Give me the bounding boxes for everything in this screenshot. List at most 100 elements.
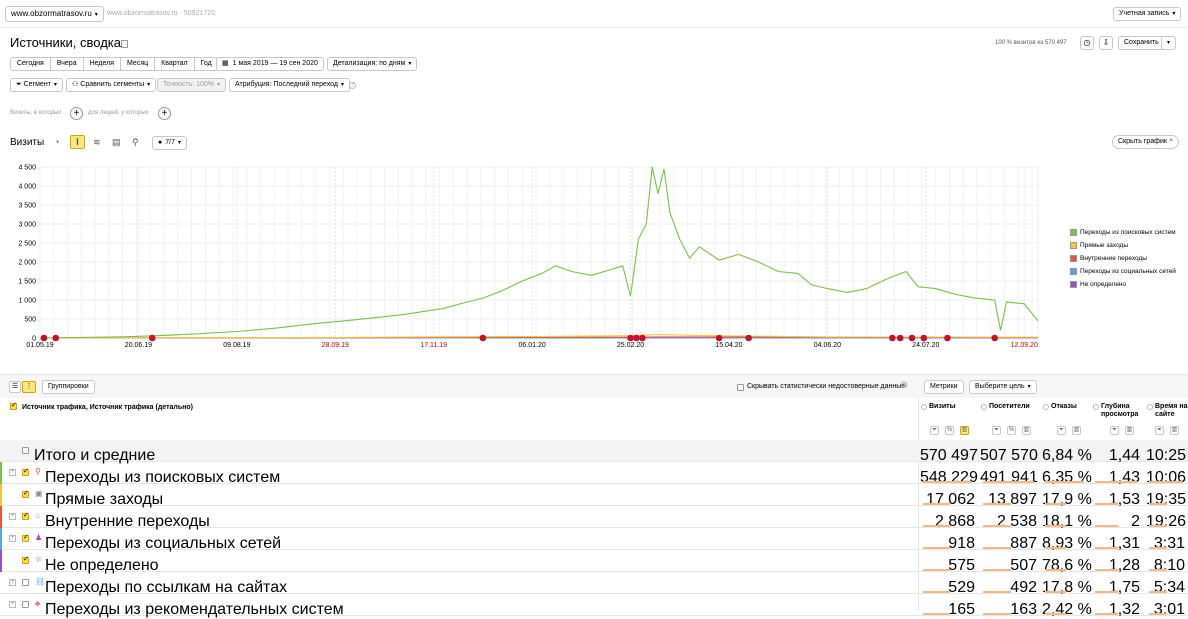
column-header[interactable]: Отказы	[1051, 403, 1090, 411]
legend-item[interactable]: Переходы из социальных сетей	[1070, 267, 1188, 280]
column-info-icon[interactable]	[921, 404, 927, 410]
row-checkbox[interactable]	[22, 513, 29, 520]
site-selector[interactable]: www.obzormatrasov.ru▾	[5, 6, 104, 22]
column-info-icon[interactable]	[1093, 404, 1099, 410]
cell-bar	[1045, 591, 1066, 593]
date-range-button[interactable]: ▦1 мая 2019 — 19 сен 2020	[216, 57, 324, 71]
expand-icon[interactable]: +	[9, 601, 16, 608]
metrics-button[interactable]: Метрики	[924, 380, 964, 394]
annotation-marker	[480, 335, 487, 342]
row-checkbox[interactable]	[22, 469, 29, 476]
row-checkbox[interactable]	[22, 579, 29, 586]
column-header[interactable]: Посетители	[989, 403, 1040, 411]
accuracy-select[interactable]: Точность: 100%▾	[157, 78, 226, 92]
row-checkbox[interactable]	[22, 447, 29, 454]
percent-icon[interactable]: %	[945, 426, 954, 435]
select-all-checkbox[interactable]	[10, 403, 17, 410]
cell-bar	[983, 525, 1011, 527]
annotations-button[interactable]: ●7/7▾	[152, 136, 187, 150]
save-options-button[interactable]: ▾	[1161, 36, 1176, 50]
column-info-icon[interactable]	[981, 404, 987, 410]
expand-icon[interactable]: +	[9, 513, 16, 520]
cell-bar	[1045, 569, 1066, 571]
list-view-button[interactable]: ☰	[9, 381, 21, 393]
column-filter-icon[interactable]: ⏷	[1110, 426, 1119, 435]
segment-button[interactable]: ⏷Сегмент▾	[10, 78, 63, 92]
help-icon[interactable]: ?	[349, 82, 356, 89]
legend-item[interactable]: Не определено	[1070, 280, 1188, 293]
tab-week[interactable]: Неделя	[84, 58, 121, 70]
accuracy-label: Точность: 100%	[163, 81, 214, 88]
annotation-marker	[52, 335, 59, 342]
export-button[interactable]: ⇩	[1099, 36, 1113, 50]
totals-row[interactable]: Итого и средние570 497507 5706,84 %1,441…	[0, 440, 1188, 462]
x-tick-label: 17.11.19	[420, 342, 447, 349]
row-checkbox[interactable]	[22, 535, 29, 542]
area-chart-icon[interactable]: ≋	[93, 137, 101, 148]
bar-chart-icon[interactable]: ▥	[1072, 426, 1081, 435]
column-info-icon[interactable]	[1043, 404, 1049, 410]
tab-year[interactable]: Год	[195, 58, 218, 70]
cell-bar	[1095, 481, 1137, 483]
table-row[interactable]: +⛓Переходы по ссылкам на сайтах52949217,…	[0, 572, 1188, 594]
x-tick-label: 06.01.20	[518, 342, 545, 349]
hide-chart-button[interactable]: Скрыть график^	[1112, 135, 1179, 149]
bar-chart-icon[interactable]: ▥	[1022, 426, 1031, 435]
tab-month[interactable]: Месяц	[121, 58, 155, 70]
legend-item[interactable]: Переходы из поисковых систем	[1070, 228, 1188, 241]
row-checkbox[interactable]	[22, 601, 29, 608]
expand-icon[interactable]: +	[9, 535, 16, 542]
table-row[interactable]: +⌂Внутренние переходы2 8682 53818,1 %219…	[0, 506, 1188, 528]
tab-today[interactable]: Сегодня	[11, 58, 51, 70]
column-header[interactable]: Глубина просмотра	[1101, 403, 1143, 419]
legend-label: Переходы из поисковых систем	[1080, 229, 1176, 236]
goal-select[interactable]: Выберите цель▾	[969, 380, 1037, 394]
bar-chart-icon[interactable]: ▤	[112, 137, 121, 148]
column-filter-icon[interactable]: ⏷	[1057, 426, 1066, 435]
pie-chart-icon[interactable]: ◔	[54, 137, 59, 147]
column-filter-icon[interactable]: ⏷	[992, 426, 1001, 435]
save-button[interactable]: Сохранить	[1118, 36, 1165, 50]
column-filter-icon[interactable]: ⏷	[930, 426, 939, 435]
table-row[interactable]: +♣Переходы из рекомендательных систем165…	[0, 594, 1188, 616]
table-row[interactable]: ▣Прямые заходы17 06213 89717,9 %1,5319:3…	[0, 484, 1188, 506]
undefined-icon: ✲	[35, 555, 42, 564]
hide-unreliable-checkbox[interactable]	[737, 384, 744, 391]
column-header[interactable]: Время на сайте	[1155, 403, 1188, 419]
tab-yesterday[interactable]: Вчера	[51, 58, 84, 70]
add-visit-condition-button[interactable]: +	[70, 107, 83, 120]
table-row[interactable]: ✲Не определено57550778,6 %1,288:10	[0, 550, 1188, 572]
percent-icon[interactable]: %	[1007, 426, 1016, 435]
column-filter-icon[interactable]: ⏷	[1155, 426, 1164, 435]
bar-chart-icon[interactable]: ▥	[1125, 426, 1134, 435]
row-checkbox[interactable]	[22, 557, 29, 564]
groupings-button[interactable]: Группировки	[42, 380, 95, 394]
bar-chart-icon[interactable]: ▥	[1170, 426, 1179, 435]
column-header[interactable]: Визиты	[929, 403, 978, 411]
tab-quarter[interactable]: Квартал	[155, 58, 194, 70]
line-chart-button[interactable]: ⌇	[70, 135, 85, 149]
detail-select[interactable]: Детализация: по дням▾	[327, 57, 417, 71]
column-info-icon[interactable]	[1147, 404, 1153, 410]
bar-chart-icon[interactable]: ▥	[960, 426, 969, 435]
tree-view-button[interactable]: ⋮	[22, 381, 36, 393]
expand-icon[interactable]: +	[9, 579, 16, 586]
gear-icon[interactable]: ⚙	[900, 380, 908, 391]
row-checkbox[interactable]	[22, 491, 29, 498]
map-pin-icon[interactable]: ⚲	[132, 137, 139, 148]
table-row[interactable]: +⚲Переходы из поисковых систем548 229491…	[0, 462, 1188, 484]
account-button[interactable]: Учетная запись▾	[1113, 7, 1181, 21]
bookmark-icon[interactable]	[121, 40, 128, 48]
legend-item[interactable]: Внутренние переходы	[1070, 254, 1188, 267]
chevron-down-icon: ▾	[1172, 11, 1175, 17]
legend-swatch	[1070, 255, 1077, 262]
cell-bar	[983, 503, 1011, 505]
list-icon: ☰	[12, 383, 18, 390]
expand-icon[interactable]: +	[9, 469, 16, 476]
history-button[interactable]: ◷	[1080, 36, 1094, 50]
table-row[interactable]: +♟Переходы из социальных сетей9188878,93…	[0, 528, 1188, 550]
compare-segments-button[interactable]: ⚇Сравнить сегменты▾	[66, 78, 156, 92]
attribution-select[interactable]: Атрибуция: Последний переход▾	[229, 78, 350, 92]
legend-item[interactable]: Прямые заходы	[1070, 241, 1188, 254]
add-people-condition-button[interactable]: +	[158, 107, 171, 120]
